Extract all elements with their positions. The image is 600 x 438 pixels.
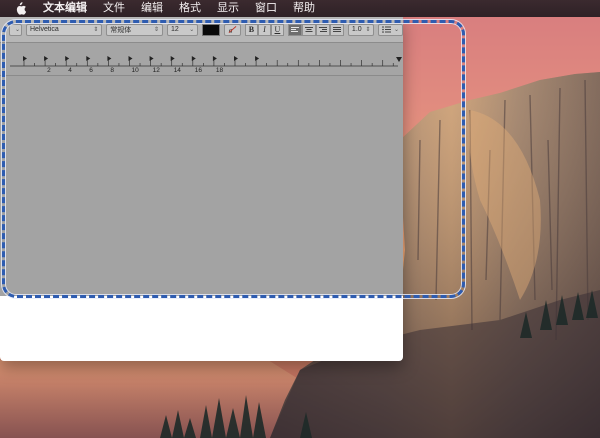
menu-format[interactable]: 格式 — [171, 0, 209, 17]
apple-logo-icon[interactable] — [13, 1, 27, 16]
menu-file[interactable]: 文件 — [95, 0, 133, 17]
menu-edit[interactable]: 编辑 — [133, 0, 171, 17]
menu-window[interactable]: 窗口 — [247, 0, 285, 17]
menu-bar: 文本编辑 文件 编辑 格式 显示 窗口 帮助 — [0, 0, 600, 17]
menu-help[interactable]: 帮助 — [285, 0, 323, 17]
menu-view[interactable]: 显示 — [209, 0, 247, 17]
focus-highlight-frame — [2, 20, 465, 298]
menu-app-name[interactable]: 文本编辑 — [35, 0, 95, 17]
